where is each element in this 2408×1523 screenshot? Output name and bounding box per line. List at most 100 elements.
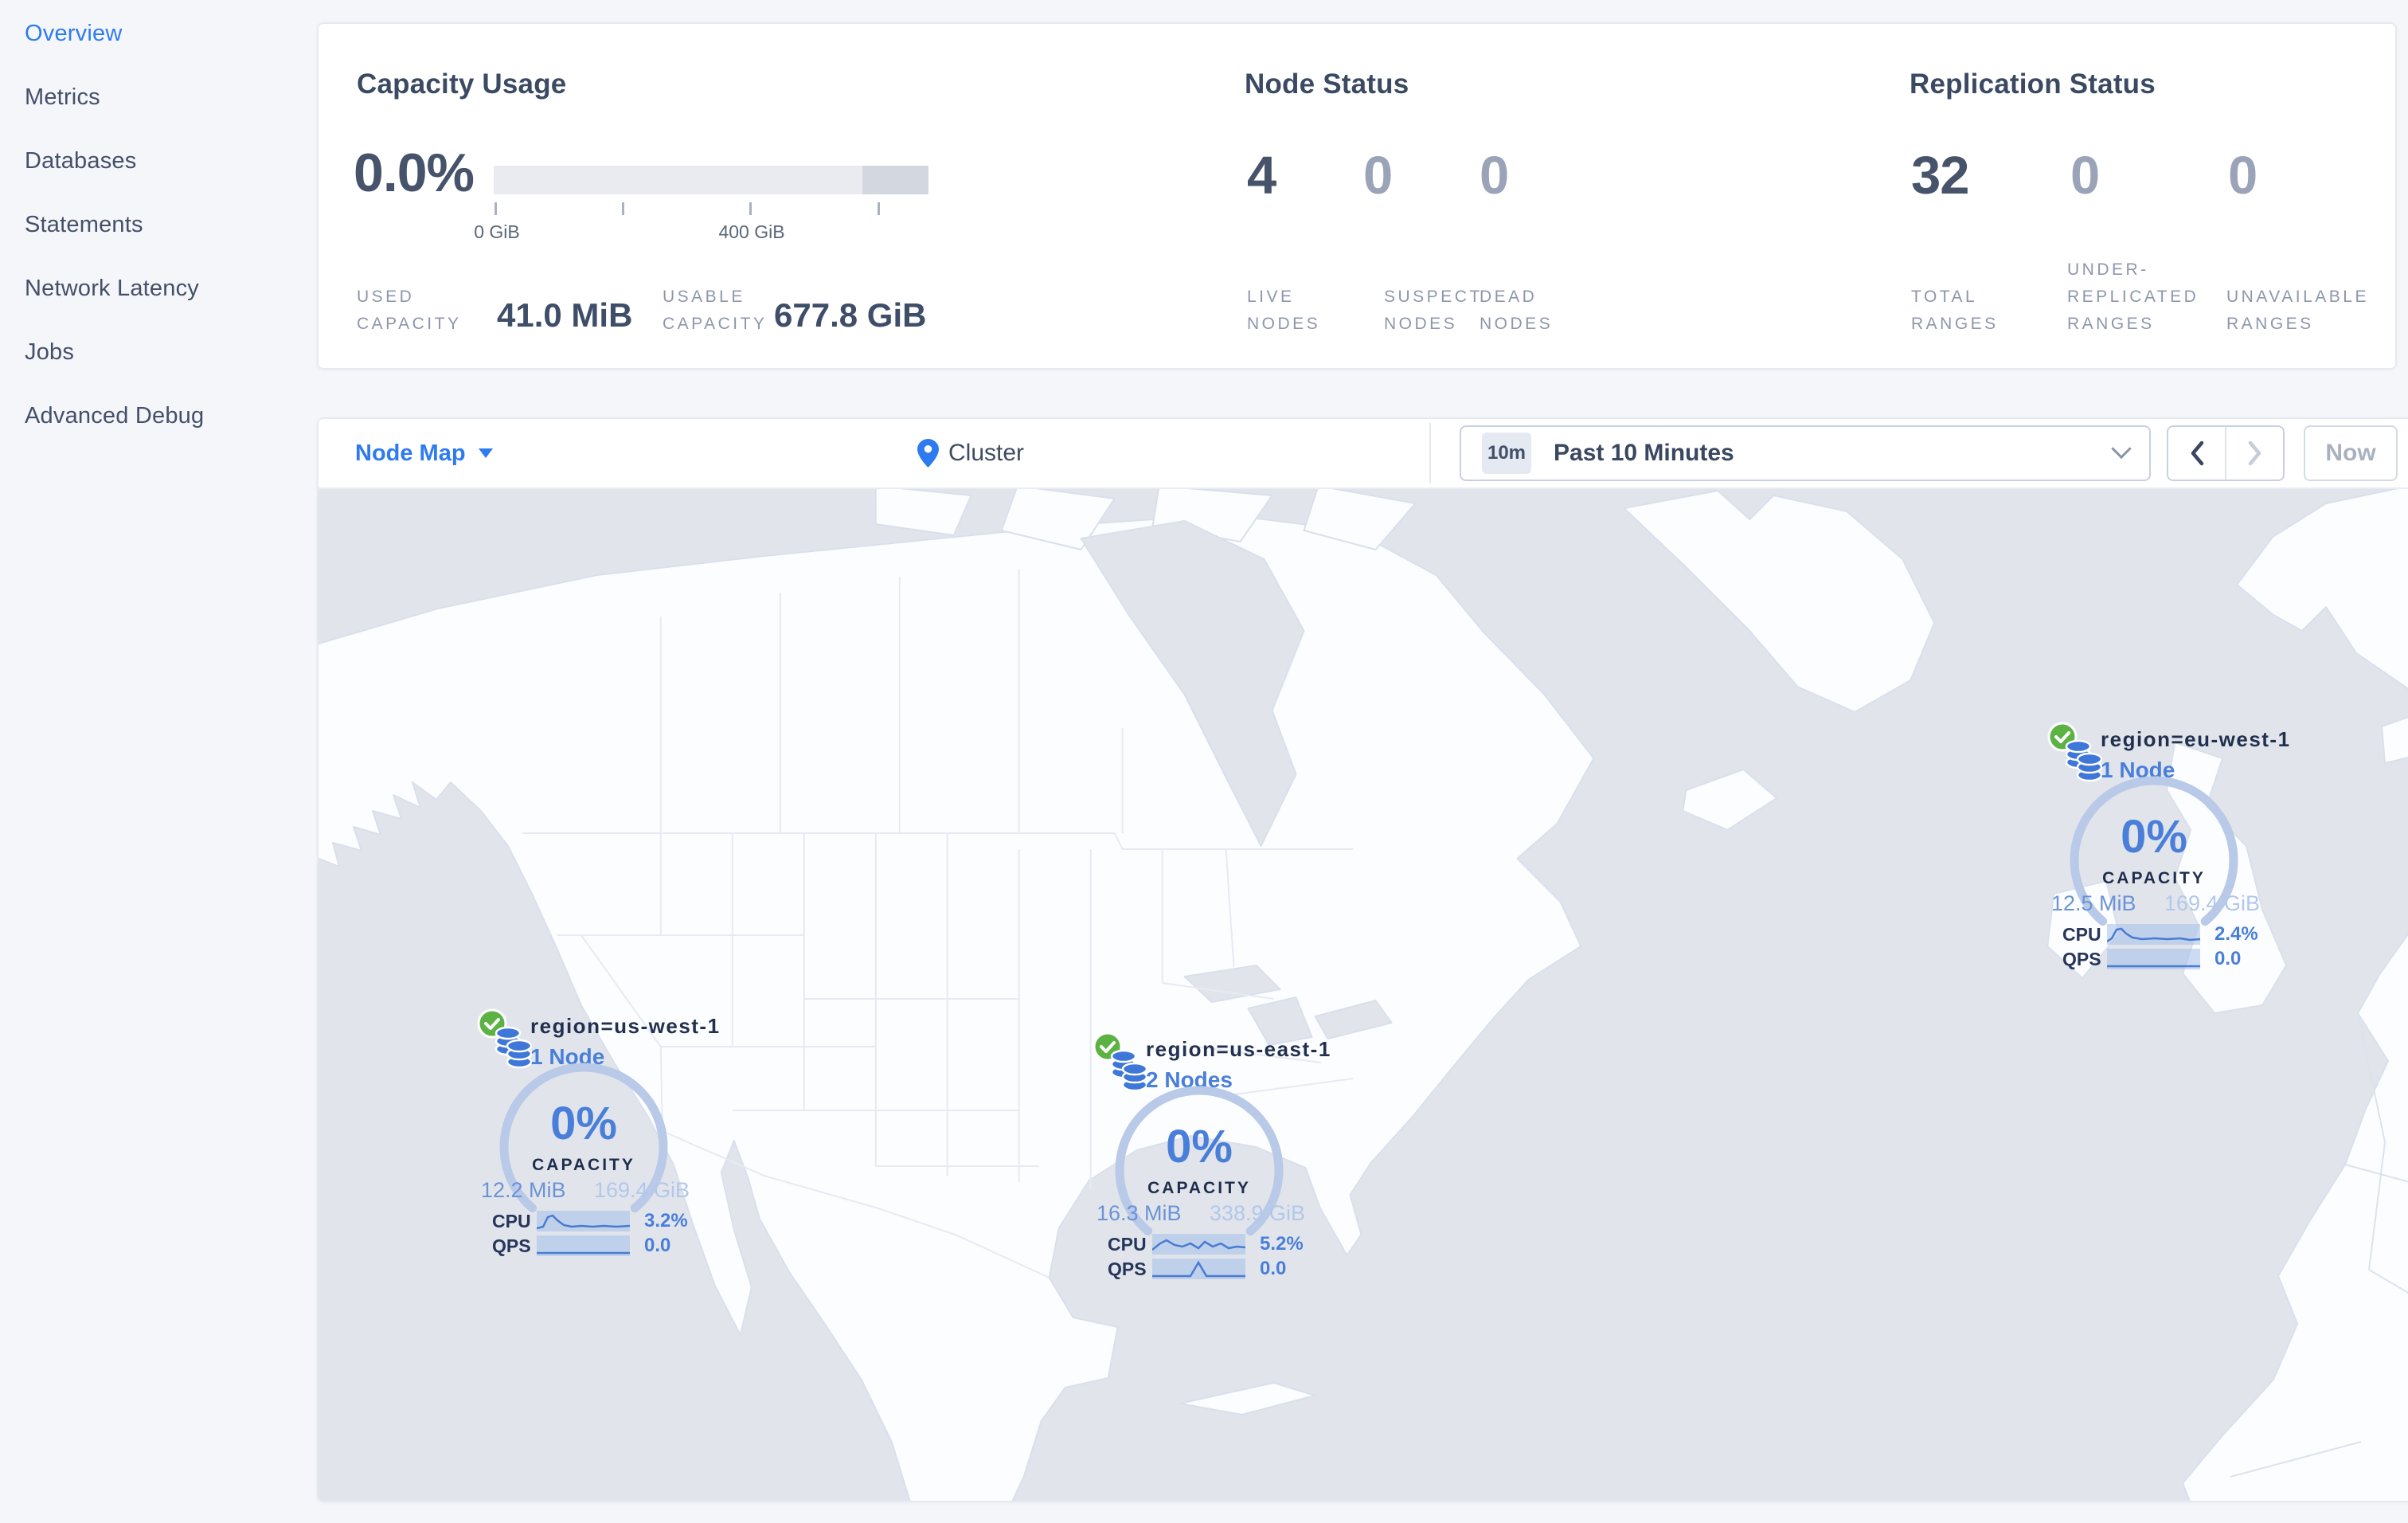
unavailable-ranges-count: 0 — [2228, 146, 2258, 206]
capacity-axis-tick — [749, 202, 752, 215]
qps-label: QPS — [2062, 948, 2101, 969]
live-nodes-label: LIVE NODES — [1247, 288, 1321, 333]
view-selector-dropdown[interactable]: Node Map — [355, 419, 493, 487]
qps-sparkline — [537, 1235, 630, 1256]
suspect-nodes-label: SUSPECT NODES — [1384, 288, 1483, 333]
capacity-axis-tick — [878, 202, 880, 215]
capacity-axis-label-400: 400 GiB — [718, 221, 785, 242]
region-label: region=us-east-1 — [1146, 1037, 1331, 1061]
breadcrumb: Cluster — [917, 419, 1024, 487]
node-total-capacity: 169.4 GiB — [593, 1178, 690, 1202]
sidebar-item-statements-label[interactable]: Statements — [25, 212, 143, 237]
sidebar-item-advanced-debug[interactable]: Advanced Debug — [25, 400, 204, 464]
time-range-dropdown[interactable]: 10m Past 10 Minutes — [1460, 425, 2151, 481]
chevron-left-icon — [2191, 440, 2203, 466]
region-label: region=eu-west-1 — [2101, 727, 2291, 751]
under-replicated-ranges-label: UNDER- REPLICATED RANGES — [2067, 260, 2199, 333]
cpu-value: 5.2% — [1260, 1233, 1304, 1255]
world-map[interactable]: region=us-west-1 1 Node 0% CAPACITY 12.2… — [319, 489, 2408, 1501]
node-used-capacity: 12.5 MiB — [2051, 891, 2136, 915]
node-capacity-percent: 0% — [550, 1098, 617, 1149]
cluster-summary-card: Capacity Usage 0.0% 0 GiB 400 GiB USED C… — [317, 22, 2397, 370]
qps-metric-row: QPS 0.0 — [492, 1235, 670, 1257]
live-nodes-count: 4 — [1247, 146, 1276, 206]
sidebar-item-databases[interactable]: Databases — [25, 145, 204, 209]
sidebar-item-statements[interactable]: Statements — [25, 209, 204, 272]
under-replicated-ranges-count: 0 — [2070, 146, 2100, 206]
sidebar: Overview Metrics Databases Statements Ne… — [0, 0, 317, 1523]
time-range-label: Past 10 Minutes — [1554, 440, 1734, 466]
qps-sparkline — [1152, 1259, 1245, 1279]
qps-value: 0.0 — [644, 1235, 671, 1256]
region-label: region=us-west-1 — [530, 1014, 721, 1038]
sidebar-nav-list: Overview Metrics Databases Statements Ne… — [25, 18, 204, 464]
cpu-sparkline — [1151, 1234, 1246, 1255]
used-capacity-value: 41.0 MiB — [497, 296, 633, 334]
map-geography — [319, 489, 2408, 1501]
dead-nodes-label: DEAD NODES — [1480, 288, 1554, 333]
cpu-label: CPU — [492, 1210, 531, 1231]
qps-value: 0.0 — [2214, 948, 2242, 969]
qps-label: QPS — [492, 1235, 531, 1256]
qps-sparkline — [2107, 949, 2200, 969]
caret-down-icon — [478, 448, 493, 458]
total-ranges-label: TOTAL RANGES — [1911, 288, 1999, 333]
map-node-eu-west-1[interactable]: region=eu-west-1 1 Node 0% CAPACITY 12.5… — [2047, 722, 2291, 981]
capacity-axis-label-0: 0 GiB — [474, 221, 520, 242]
capacity-axis-tick — [622, 202, 624, 215]
sidebar-item-metrics-label[interactable]: Metrics — [25, 84, 100, 110]
now-button[interactable]: Now — [2304, 425, 2398, 481]
map-node-us-east-1[interactable]: region=us-east-1 2 Nodes 0% CAPACITY 16.… — [1093, 1032, 1334, 1290]
capacity-bar-dark-segment — [862, 166, 928, 194]
total-ranges-count: 32 — [1911, 146, 1970, 206]
dead-nodes-count: 0 — [1480, 146, 1509, 206]
node-capacity-percent: 0% — [2121, 811, 2187, 863]
cpu-metric-row: CPU 3.2% — [492, 1210, 688, 1232]
suspect-nodes-count: 0 — [1363, 146, 1393, 206]
node-map-card: Node Map Cluster 10m Past 10 Minutes Now… — [317, 417, 2408, 1502]
chevron-down-icon — [2111, 438, 2132, 460]
time-forward-button[interactable] — [2225, 427, 2283, 480]
usable-capacity-value: 677.8 GiB — [774, 296, 927, 334]
node-capacity-label: CAPACITY — [532, 1156, 635, 1174]
qps-metric-row: QPS 0.0 — [1108, 1258, 1286, 1280]
toolbar-divider — [1429, 423, 1431, 484]
view-selector-label[interactable]: Node Map — [355, 440, 466, 467]
qps-label: QPS — [1108, 1258, 1147, 1279]
node-used-capacity: 12.2 MiB — [481, 1178, 566, 1202]
capacity-used-percent: 0.0% — [354, 143, 475, 203]
cpu-label: CPU — [1108, 1233, 1147, 1255]
map-pin-icon — [917, 439, 939, 468]
unavailable-ranges-label: UNAVAILABLE RANGES — [2226, 288, 2369, 333]
sidebar-item-databases-label[interactable]: Databases — [25, 148, 136, 174]
breadcrumb-cluster-label[interactable]: Cluster — [948, 440, 1024, 467]
node-total-capacity: 169.4 GiB — [2164, 891, 2260, 915]
usable-capacity-label: USABLE CAPACITY — [663, 288, 768, 333]
node-capacity-label: CAPACITY — [2102, 869, 2206, 887]
sidebar-item-overview-label[interactable]: Overview — [25, 21, 122, 46]
node-map-toolbar: Node Map Cluster 10m Past 10 Minutes Now — [319, 419, 2408, 489]
sidebar-item-network-latency[interactable]: Network Latency — [25, 272, 204, 336]
time-pager — [2167, 425, 2285, 481]
cpu-metric-row: CPU 2.4% — [2062, 923, 2258, 946]
sidebar-item-advanced-debug-label[interactable]: Advanced Debug — [25, 403, 204, 429]
capacity-axis-tick — [494, 202, 497, 215]
node-total-capacity: 338.9 GiB — [1209, 1201, 1305, 1225]
chevron-right-icon — [2248, 440, 2261, 466]
sidebar-item-network-latency-label[interactable]: Network Latency — [25, 276, 199, 301]
capacity-bar — [494, 166, 928, 194]
sidebar-item-jobs[interactable]: Jobs — [25, 336, 204, 400]
sidebar-item-overview[interactable]: Overview — [25, 18, 204, 81]
map-node-us-west-1[interactable]: region=us-west-1 1 Node 0% CAPACITY 12.2… — [477, 1008, 721, 1267]
node-used-capacity: 16.3 MiB — [1096, 1201, 1182, 1225]
time-back-button[interactable] — [2168, 427, 2225, 480]
cpu-sparkline — [2106, 924, 2201, 945]
qps-value: 0.0 — [1260, 1258, 1287, 1279]
time-range-badge: 10m — [1482, 433, 1531, 474]
cpu-label: CPU — [2062, 923, 2101, 945]
cpu-value: 3.2% — [644, 1210, 688, 1231]
sidebar-item-metrics[interactable]: Metrics — [25, 81, 204, 145]
sidebar-item-jobs-label[interactable]: Jobs — [25, 339, 74, 365]
capacity-usage-title: Capacity Usage — [357, 69, 567, 100]
node-status-title: Node Status — [1245, 69, 1409, 100]
